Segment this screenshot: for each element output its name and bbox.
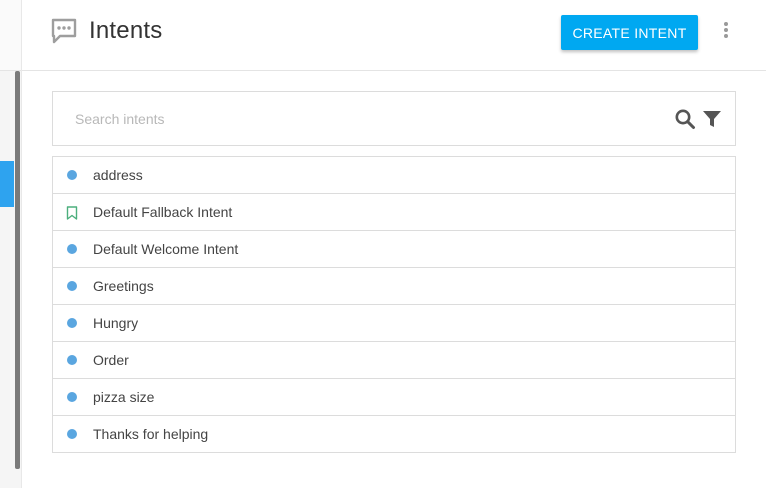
main-panel: Intents CREATE INTENT address Default Fa… — [21, 0, 766, 488]
search-bar — [52, 91, 736, 146]
intent-dot-icon — [67, 392, 77, 402]
intent-label: address — [93, 167, 143, 183]
more-vertical-icon[interactable] — [719, 20, 733, 42]
intent-list: address Default Fallback Intent Default … — [52, 156, 736, 453]
page-header: Intents CREATE INTENT — [22, 0, 766, 71]
create-intent-button[interactable]: CREATE INTENT — [561, 15, 698, 50]
intent-dot-icon — [67, 318, 77, 328]
sidebar-active-indicator[interactable] — [0, 161, 14, 207]
search-icon[interactable] — [674, 108, 696, 130]
intent-label: Order — [93, 352, 129, 368]
left-sidebar-rail — [0, 0, 21, 488]
intent-label: Default Fallback Intent — [93, 204, 233, 220]
list-item[interactable]: Order — [53, 342, 735, 379]
intent-label: Thanks for helping — [93, 426, 209, 442]
chat-bubble-icon — [51, 18, 77, 44]
intent-dot-icon — [67, 244, 77, 254]
search-input[interactable] — [75, 106, 635, 132]
list-item[interactable]: Hungry — [53, 305, 735, 342]
list-item[interactable]: Default Welcome Intent — [53, 231, 735, 268]
intent-dot-icon — [67, 170, 77, 180]
intent-label: pizza size — [93, 389, 155, 405]
list-item[interactable]: Greetings — [53, 268, 735, 305]
intent-label: Greetings — [93, 278, 154, 294]
intent-label: Hungry — [93, 315, 139, 331]
filter-icon[interactable] — [702, 109, 722, 129]
list-item[interactable]: Default Fallback Intent — [53, 194, 735, 231]
page-title: Intents — [89, 17, 163, 44]
intent-dot-icon — [67, 355, 77, 365]
list-item[interactable]: address — [53, 157, 735, 194]
list-item[interactable]: Thanks for helping — [53, 416, 735, 453]
intent-dot-icon — [67, 429, 77, 439]
sidebar-header-strip — [0, 0, 21, 71]
bookmark-icon — [66, 206, 78, 220]
sidebar-scrollbar[interactable] — [15, 71, 20, 469]
intent-dot-icon — [67, 281, 77, 291]
intent-label: Default Welcome Intent — [93, 241, 239, 257]
list-item[interactable]: pizza size — [53, 379, 735, 416]
